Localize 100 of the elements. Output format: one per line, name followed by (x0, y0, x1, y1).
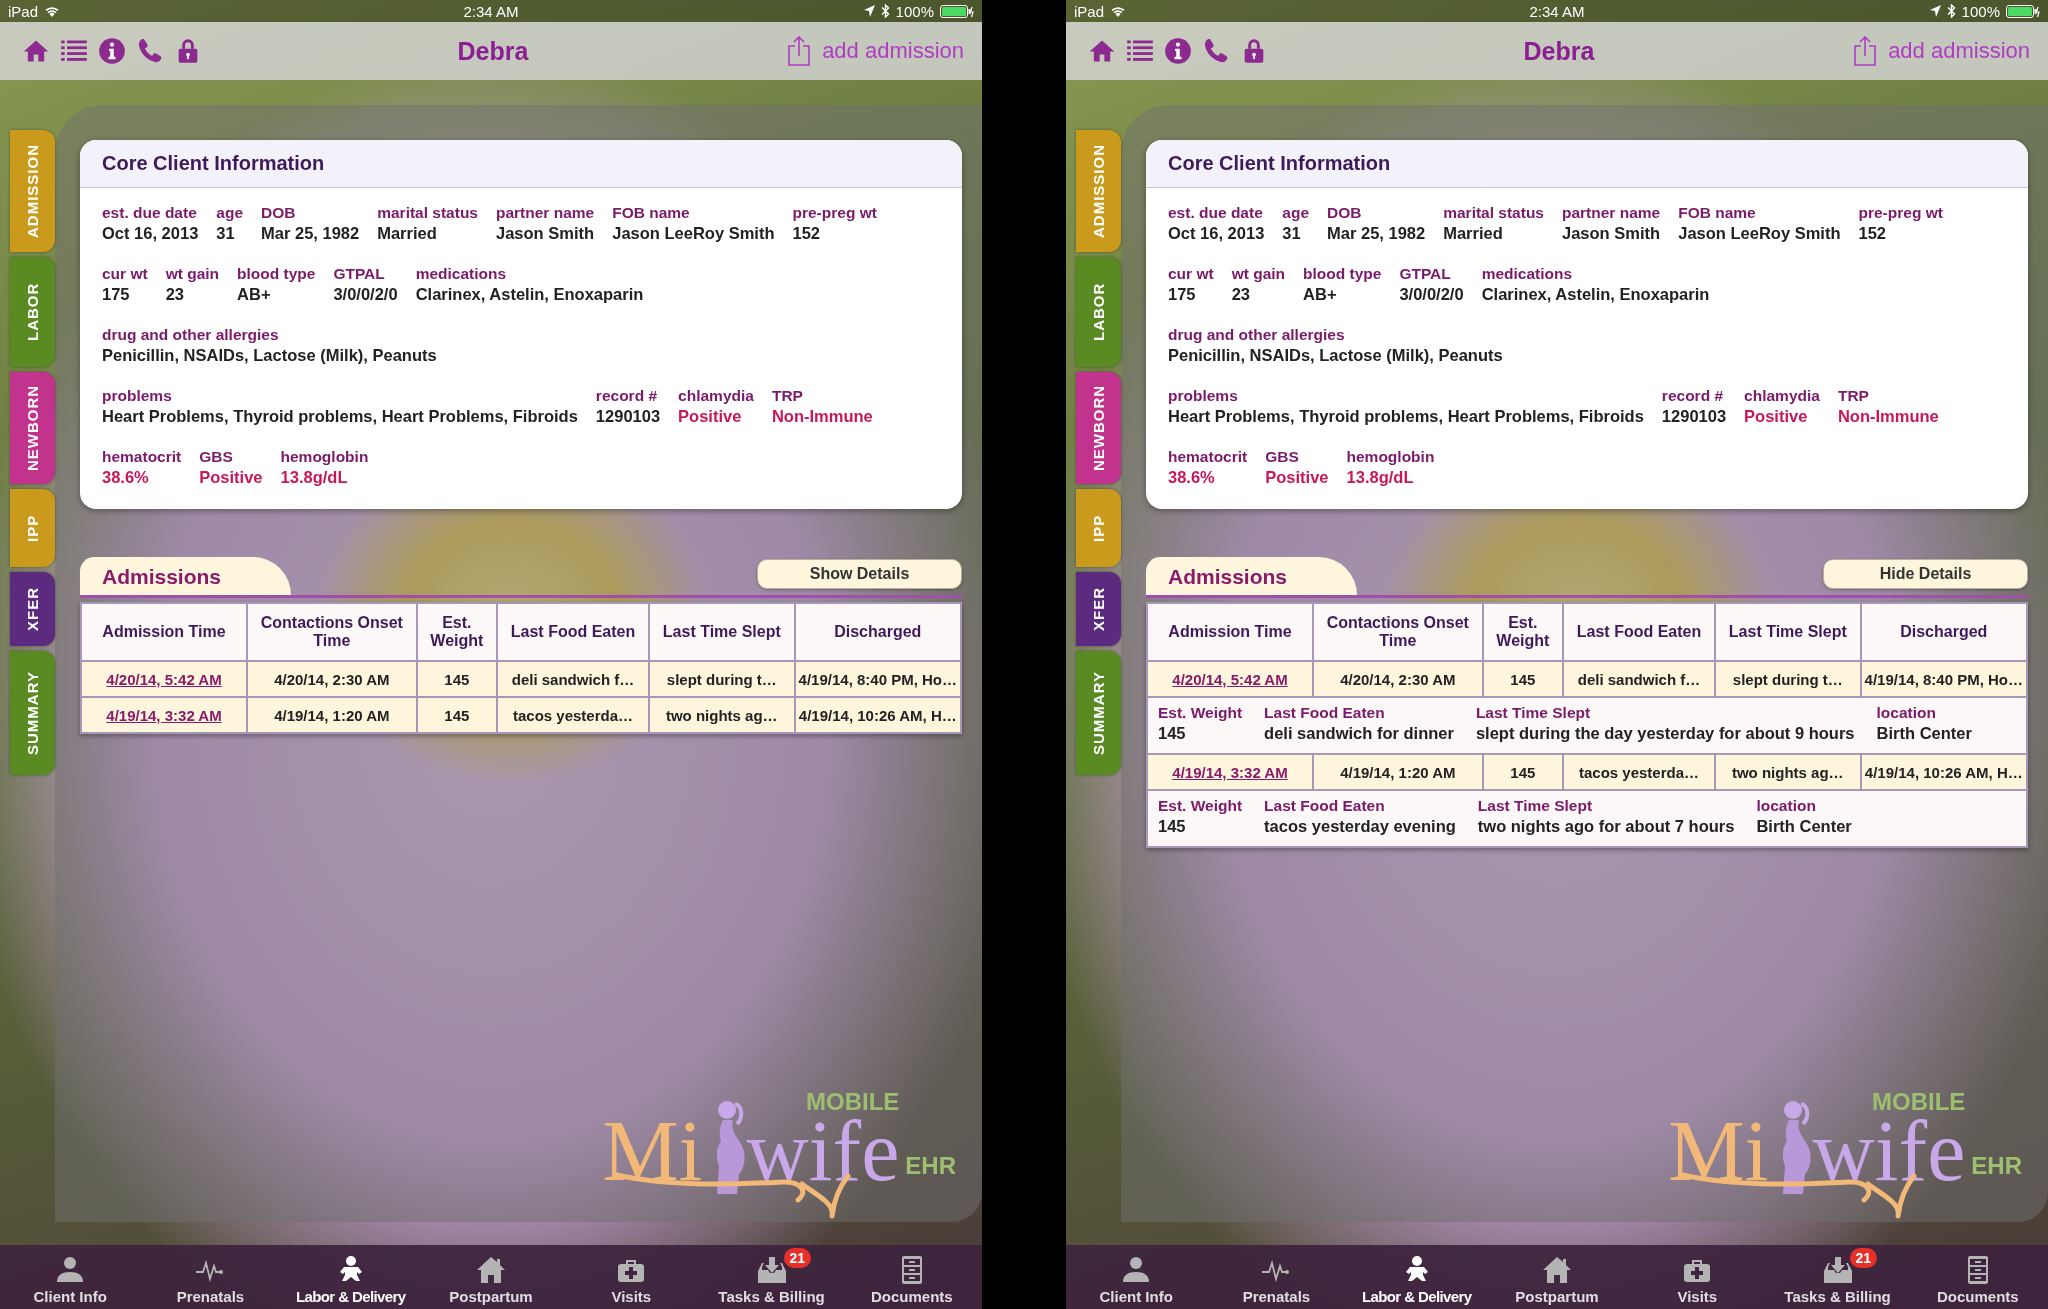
details-toggle-button[interactable]: Hide Details (1823, 559, 2028, 589)
tab-bar-item[interactable]: Labor & Delivery (1346, 1245, 1487, 1309)
field-value: Jason LeeRoy Smith (1678, 224, 1841, 243)
phone-icon[interactable] (136, 37, 164, 65)
field-label: hematocrit (1168, 448, 1248, 466)
field-value: Positive (1744, 407, 1809, 426)
field-label: age (1282, 204, 1310, 222)
field-label: DOB (1327, 204, 1363, 222)
info-icon[interactable] (1164, 37, 1192, 65)
battery-percent: 100% (1961, 2, 2000, 20)
admission-link[interactable]: 4/20/14, 5:42 AM (82, 662, 246, 696)
badge-count: 21 (783, 1248, 812, 1268)
side-tab[interactable]: LABOR (10, 257, 55, 367)
field-value: Penicillin, NSAIDs, Lactose (Milk), Peanuts (102, 346, 437, 365)
device-name: iPad (8, 2, 39, 20)
tab-bar-item[interactable]: Postpartum (420, 1245, 562, 1309)
tab-bar-item[interactable]: Visits (1627, 1245, 1768, 1309)
field-value: Birth Center (1876, 724, 1972, 743)
field-value: Heart Problems, Thyroid problems, Heart Problems, Fibroids (1168, 407, 1644, 426)
battery-icon (940, 4, 974, 18)
field-value: AB+ (1303, 285, 1338, 304)
tab-bar-item[interactable]: Client Info (0, 1245, 141, 1309)
field-label: hemoglobin (280, 448, 369, 466)
admission-link[interactable]: 4/19/14, 3:32 AM (82, 698, 246, 732)
side-tab[interactable]: LABOR (1076, 257, 1121, 367)
wifi-icon (1110, 5, 1127, 17)
field-value: 1290103 (595, 407, 661, 426)
field-value: Married (1443, 224, 1504, 243)
tab-bar-item[interactable]: Documents (1907, 1245, 2048, 1309)
field-value: 3/0/0/2/0 (1399, 285, 1464, 304)
field-label: partner name (1562, 204, 1661, 222)
admission-link[interactable]: 4/19/14, 3:32 AM (1148, 755, 1312, 789)
field-label: GTPAL (1399, 265, 1452, 283)
field-label: est. due date (102, 204, 198, 222)
tab-bar-item[interactable]: Prenatals (1206, 1245, 1347, 1309)
column-header: Last Food Eaten (1564, 604, 1714, 660)
admission-link[interactable]: 4/20/14, 5:42 AM (1148, 662, 1312, 696)
field-value: Penicillin, NSAIDs, Lactose (Milk), Peanuts (1168, 346, 1503, 365)
field-value: Clarinex, Astelin, Enoxaparin (415, 285, 644, 304)
tab-bar-item[interactable]: Postpartum (1486, 1245, 1628, 1309)
field-value: tacos yesterday evening (1264, 817, 1456, 836)
info-icon[interactable] (98, 37, 126, 65)
field-value: AB+ (237, 285, 272, 304)
location-icon (863, 5, 875, 17)
side-tab[interactable]: SUMMARY (1076, 651, 1121, 775)
table-cell: tacos yesterda… (1564, 755, 1714, 789)
card-title: Core Client Information (80, 140, 962, 188)
details-toggle-button[interactable]: Show Details (757, 559, 962, 589)
column-header: Admission Time (1148, 604, 1312, 660)
field-label: GBS (199, 448, 234, 466)
field-value: Positive (199, 468, 263, 487)
side-tab[interactable]: XFER (10, 572, 55, 646)
status-time: 2:34 AM (1529, 2, 1585, 20)
table-cell: deli sandwich f… (498, 662, 648, 696)
field-value: Jason Smith (496, 224, 595, 243)
tab-bar-item[interactable]: Documents (841, 1245, 982, 1309)
side-tab[interactable]: NEWBORN (10, 372, 55, 484)
column-header: Contactions Onset Time (1314, 604, 1482, 660)
tab-bar-item[interactable]: Tasks & Billing 21 (701, 1245, 842, 1309)
field-value: Jason LeeRoy Smith (612, 224, 775, 243)
field-value: 175 (1168, 285, 1197, 304)
field-label: Last Food Eaten (1264, 704, 1386, 722)
field-value: Oct 16, 2013 (102, 224, 199, 243)
field-label: FOB name (1678, 204, 1757, 222)
table-cell: 4/19/14, 8:40 PM, Ho… (795, 662, 960, 696)
tab-bar-item[interactable]: Client Info (1066, 1245, 1207, 1309)
field-label: problems (102, 387, 173, 405)
tab-bar-item[interactable]: Tasks & Billing 21 (1767, 1245, 1908, 1309)
column-header: Last Time Slept (1716, 604, 1860, 660)
share-icon (1854, 36, 1877, 66)
side-tab[interactable]: SUMMARY (10, 651, 55, 775)
inbox-icon (756, 1255, 787, 1285)
wifi-icon (44, 5, 61, 17)
field-value: Mar 25, 1982 (261, 224, 360, 243)
phone-icon[interactable] (1202, 37, 1230, 65)
field-value: Positive (1265, 468, 1329, 487)
field-label: drug and other allergies (1168, 326, 1346, 344)
field-value: 145 (1158, 817, 1187, 836)
field-label: marital status (377, 204, 478, 222)
tab-bar-item[interactable]: Prenatals (140, 1245, 281, 1309)
tab-bar-item[interactable]: Labor & Delivery (280, 1245, 421, 1309)
status-time: 2:34 AM (463, 2, 519, 20)
field-label: hemoglobin (1346, 448, 1435, 466)
side-tab[interactable]: NEWBORN (1076, 372, 1121, 484)
field-value: Non-Immune (771, 407, 873, 426)
battery-percent: 100% (895, 2, 934, 20)
field-label: blood type (237, 265, 316, 283)
table-cell: 4/20/14, 2:30 AM (248, 662, 416, 696)
tab-bar-item[interactable]: Visits (561, 1245, 702, 1309)
field-value: deli sandwich for dinner (1264, 724, 1454, 743)
side-tab[interactable]: XFER (1076, 572, 1121, 646)
field-label: cur wt (1168, 265, 1214, 283)
location-icon (1929, 5, 1941, 17)
field-label: Est. Weight (1158, 704, 1243, 722)
column-header: Contactions Onset Time (248, 604, 416, 660)
column-header: Est. Weight (417, 604, 496, 660)
field-label: wt gain (165, 265, 220, 283)
bluetooth-icon (880, 4, 890, 18)
field-label: age (216, 204, 244, 222)
table-cell: deli sandwich f… (1564, 662, 1714, 696)
